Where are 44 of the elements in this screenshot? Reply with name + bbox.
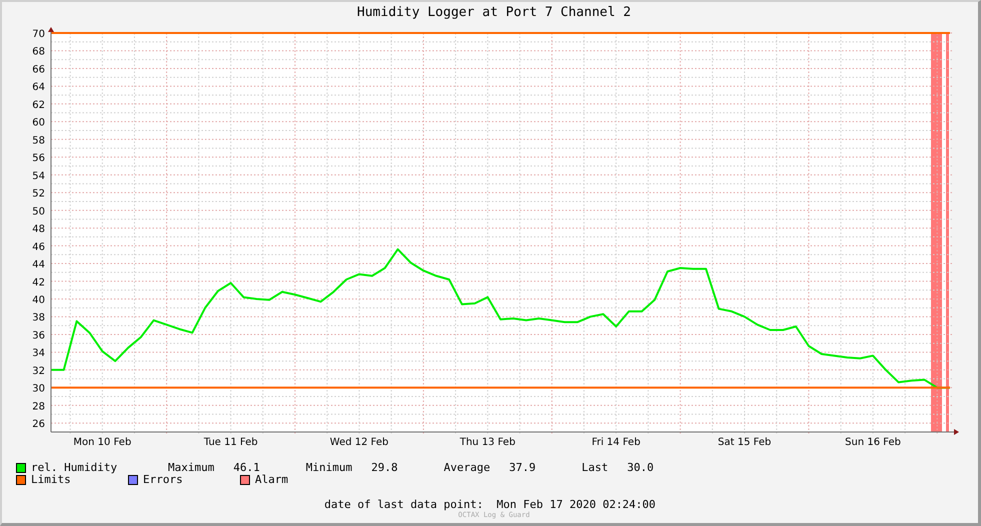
axis-tick-label: 62 xyxy=(32,100,45,111)
stat-label: Average xyxy=(444,462,490,474)
axis-tick-label: 60 xyxy=(32,118,45,129)
axis-tick-label: 40 xyxy=(32,295,45,306)
axis-tick-label: Wed 12 Feb xyxy=(330,437,389,448)
stat-value: 30.0 xyxy=(627,462,654,474)
axis-tick-label: 52 xyxy=(32,188,45,200)
stat-label: Last xyxy=(582,462,608,474)
graph-title: Humidity Logger at Port 7 Channel 2 xyxy=(356,4,632,22)
axis-tick-label: Sun 16 Feb xyxy=(845,437,901,448)
axis-tick-label: 56 xyxy=(32,153,45,164)
axis-tick-label: 38 xyxy=(32,312,45,324)
stat-value: 29.8 xyxy=(371,462,398,474)
legend-label: Limits xyxy=(31,474,71,486)
axis-tick-label: 50 xyxy=(32,206,45,218)
axis-tick-label: 34 xyxy=(32,348,45,360)
axis-tick-label: Sat 15 Feb xyxy=(718,437,772,448)
axis-tick-label: 42 xyxy=(32,277,45,288)
last-data-point: date of last data point: Mon Feb 17 2020 02:24:00 xyxy=(323,499,657,511)
axis-tick-label: 68 xyxy=(32,46,45,58)
axis-tick-label: 44 xyxy=(32,260,45,271)
axis-tick-label: 36 xyxy=(32,330,45,342)
stat-label: Maximum xyxy=(168,462,214,474)
stat-label: Minimum xyxy=(306,462,352,474)
axis-tick-label: 58 xyxy=(32,135,45,146)
legend-label: rel. Humidity xyxy=(31,462,118,474)
axis-tick-label: 30 xyxy=(32,384,45,395)
axis-tick-label: 32 xyxy=(32,366,45,377)
axis-tick-label: Mon 10 Feb xyxy=(73,437,132,448)
axis-tick-label: 48 xyxy=(32,224,45,236)
axis-tick-label: 26 xyxy=(32,419,45,430)
stat-value: 46.1 xyxy=(233,462,260,474)
legend-label: Errors xyxy=(143,474,183,486)
axis-tick-label: Thu 13 Feb xyxy=(460,437,516,448)
legend-label: Alarm xyxy=(255,474,288,486)
axis-tick-label: 46 xyxy=(32,242,45,253)
axis-tick-label: 66 xyxy=(32,64,45,76)
axis-tick-label: 64 xyxy=(32,82,45,94)
axis-tick-label: 70 xyxy=(32,29,45,40)
axis-tick-label: Tue 11 Feb xyxy=(204,437,258,448)
axis-tick-label: Fri 14 Feb xyxy=(592,437,640,448)
axis-tick-label: 54 xyxy=(32,170,45,182)
stat-value: 37.9 xyxy=(509,462,536,474)
axis-tick-label: 28 xyxy=(32,401,45,412)
